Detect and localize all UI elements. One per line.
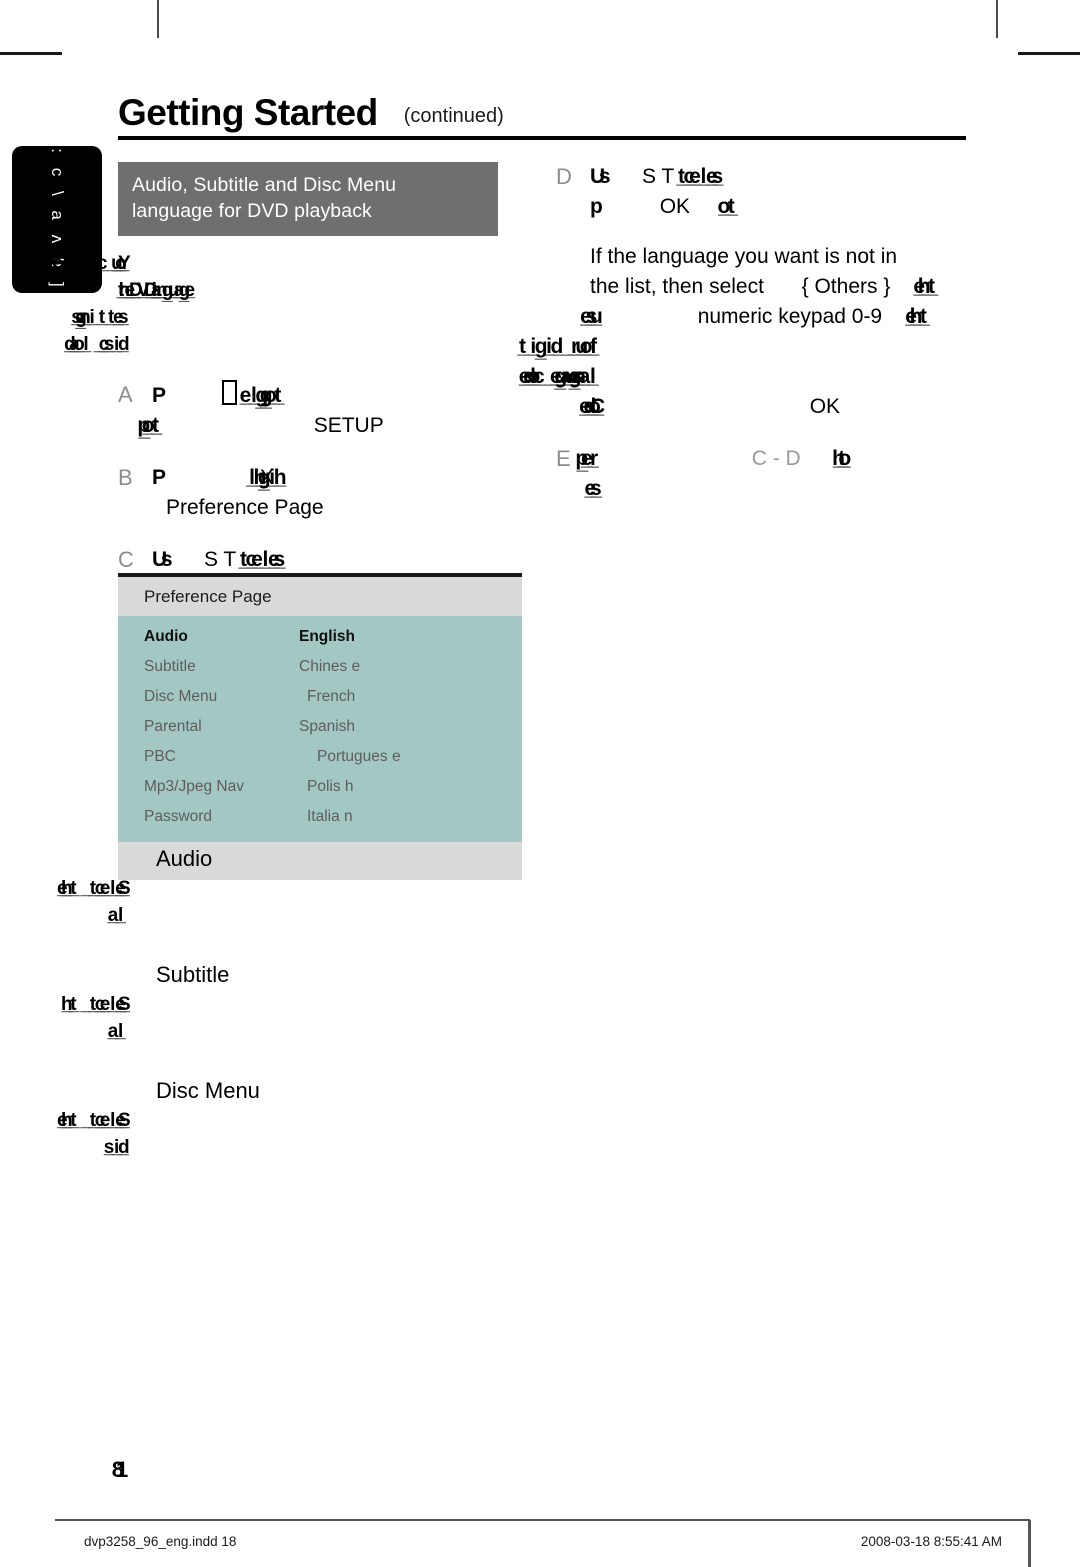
note-paragraph: If the language you want is not in the l… [556,242,968,422]
glossary-item-audio: Audio S̲e̲l̲e̲c̲t̲ ̲t̲h̲e̲ l̲a̲ [118,843,528,929]
preference-page-header: Preference Page [118,577,522,616]
step-e-marker: E [556,446,571,471]
step-c-keys: S T [203,548,236,571]
glossary-term: Subtitle [156,962,230,987]
box-glyph-icon [221,380,237,405]
preference-setting-value: Spanish [299,718,356,735]
step-d-marker: D [556,164,572,189]
preference-setting-label: Password [144,808,213,825]
step-a: A P t̲o̲g̲g̲l̲e̲ t̲o̲p̲ SETUP [118,380,528,441]
left-column: Audio, Subtitle and Disc Menu language f… [118,162,528,605]
preference-page-screen: Preference Page Audio English Subtitle C… [118,573,522,880]
footer-timestamp: 2008-03-18 8:55:41 AM [860,1534,1002,1549]
preference-row-pbc[interactable]: PBC Portugues e [118,742,522,772]
step-b: B P Xh̲i̲g̲h̲l̲ Preference Page [118,463,528,523]
step-d: D Us S T s̲e̲l̲e̲c̲t̲ p OK t̲o̲ [556,162,968,222]
step-d-line1-prefix: Us [590,165,611,188]
crop-mark-bottom-right [1028,1520,1031,1567]
page-title-continued: (continued) [403,105,504,127]
glossary-term: Audio [156,846,213,871]
preference-setting-value: Chines e [299,658,361,675]
right-column: D Us S T s̲e̲l̲e̲c̲t̲ p OK t̲o̲ If the l… [556,162,968,504]
step-e: E r̲e̲p̲ C - D o̲t̲h̲ s̲e̲ [556,444,968,504]
step-b-nav-key: X [259,466,274,489]
note-line-2-a: the list, then select [590,275,764,298]
preference-setting-value: English [299,628,355,645]
side-tab: : c \ a ʌ h ] [12,146,102,293]
preference-setting-label: Disc Menu [144,688,218,705]
preference-page-list: Audio English Subtitle Chines e Disc Men… [118,616,522,842]
crop-mark-right-top [1018,52,1080,55]
glossary-definition: S̲e̲l̲e̲c̲t̲ ̲t̲h̲ l̲a̲ [118,991,528,1045]
preference-setting-label: PBC [144,748,176,765]
manual-page: : c \ a ʌ h ] Getting Started (continued)… [0,0,1080,1567]
note-others-option: { Others } [801,275,891,298]
preference-row-audio[interactable]: Audio English [118,622,522,652]
preference-setting-label: Subtitle [144,658,196,675]
step-a-marker: A [118,382,133,407]
preference-setting-label: Audio [144,628,188,645]
step-d-ok-label: OK [659,195,691,218]
section-intro: Y̲o̲u̲ ̲c̲a̲n̲ ̲s̲e̲l̲e̲c̲t̲ t̲h̲e̲ ̲D̲V… [118,250,528,358]
step-c-line1-prefix: Us [152,548,173,571]
step-a-setup-label: SETUP [313,414,384,437]
preference-setting-value: Italia n [307,808,353,825]
step-b-preference-page-label: Preference Page [166,496,324,519]
crop-mark-top-right [996,0,998,38]
intro-line-2: t̲h̲e̲ ̲D̲V̲D̲ ̲l̲a̲n̲g̲u̲a̲g̲e̲ [118,280,195,301]
section-banner: Audio, Subtitle and Disc Menu language f… [118,162,498,236]
preference-row-password[interactable]: Password Italia n [118,802,522,832]
preference-setting-label: Parental [144,718,202,735]
glossary-definition: S̲e̲l̲e̲c̲t̲ ̲t̲h̲e̲ d̲i̲s̲ [118,1107,528,1161]
preference-row-disc-menu[interactable]: Disc Menu French [118,682,522,712]
glossary-item-subtitle: Subtitle S̲e̲l̲e̲c̲t̲ ̲t̲h̲ l̲a̲ [118,959,528,1045]
step-d-keys: S T [641,165,674,188]
section-banner-line-1: Audio, Subtitle and Disc Menu [132,174,397,196]
section-banner-line-2: language for DVD playback [132,200,372,222]
crop-mark-left-top [0,52,62,55]
preference-setting-label: Mp3/Jpeg Nav [144,778,244,795]
note-numeric-keypad: numeric keypad 0-9 [697,305,883,328]
page-title: Getting Started [118,92,378,133]
glossary-item-disc-menu: Disc Menu S̲e̲l̲e̲c̲t̲ ̲t̲h̲e̲ d̲i̲s̲ [118,1075,528,1161]
preference-row-parental[interactable]: Parental Spanish [118,712,522,742]
side-tab-label: : c \ a ʌ h ] [48,147,67,292]
note-ok-label: OK [809,395,841,418]
glossary-term: Disc Menu [156,1078,260,1103]
glossary-list: Audio S̲e̲l̲e̲c̲t̲ ̲t̲h̲e̲ l̲a̲ Subtitle… [118,843,528,1191]
preference-row-subtitle[interactable]: Subtitle Chines e [118,652,522,682]
title-divider [118,136,966,140]
preference-setting-value: Portugues e [317,748,401,765]
preference-setting-value: French [307,688,356,705]
footer-divider [55,1519,1030,1521]
page-header: Getting Started (continued) [118,92,968,134]
step-e-step-range: C - D [751,447,801,470]
crop-mark-top-left [157,0,159,38]
footer-filename: dvp3258_96_eng.indd 18 [84,1534,237,1549]
step-c-marker: C [118,547,134,572]
preference-row-mp3-jpeg-nav[interactable]: Mp3/Jpeg Nav Polis h [118,772,522,802]
step-b-marker: B [118,465,133,490]
note-line-1: If the language you want is not in [590,245,898,268]
glossary-definition: S̲e̲l̲e̲c̲t̲ ̲t̲h̲e̲ l̲a̲ [118,875,528,929]
preference-setting-value: Polis h [307,778,354,795]
